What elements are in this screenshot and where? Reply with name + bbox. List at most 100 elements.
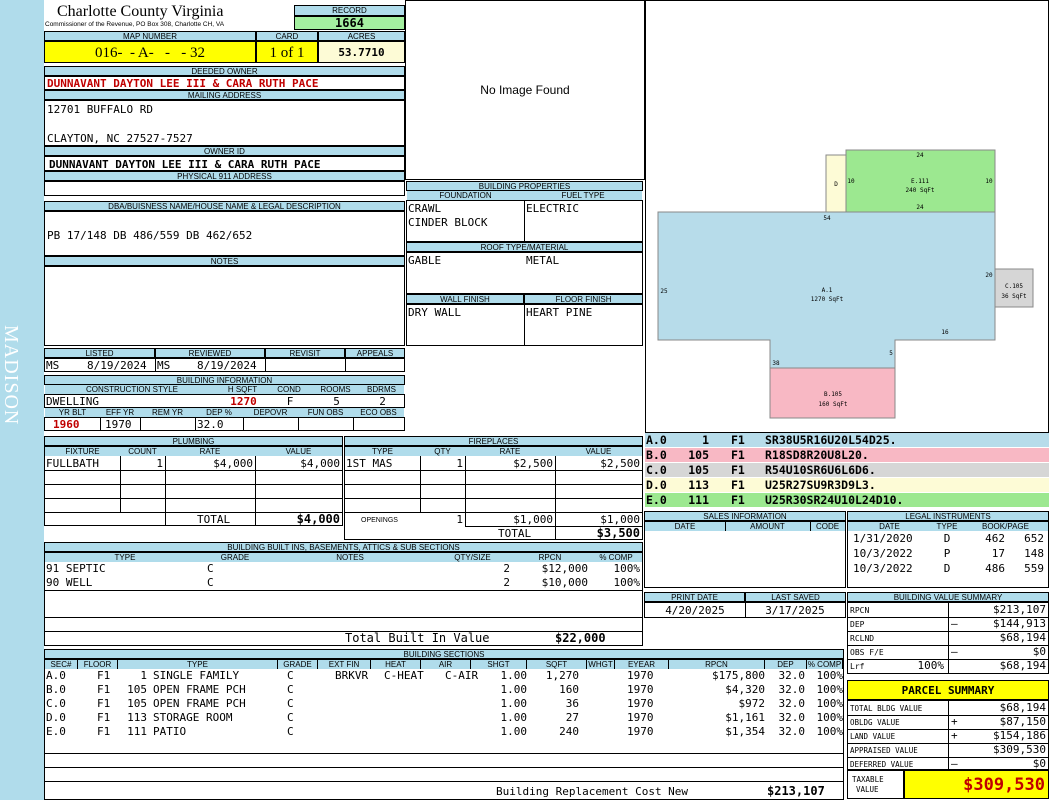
legend-floor: F1 <box>731 478 745 492</box>
record-value: 1664 <box>294 16 405 30</box>
legend-vector: U25R30SR24U10L24D10. <box>765 493 904 507</box>
sketch-dim: 24 <box>916 152 924 159</box>
builtin-rpcn: $10,000 <box>541 576 588 589</box>
builtin-qty: 2 <box>503 562 510 575</box>
legend-code: E.0 <box>646 493 667 507</box>
sketch-sqft-b: 160 SqFt <box>819 401 848 408</box>
legend-code: B.0 <box>646 448 667 462</box>
commissioner-address: Commissioner of the Revenue, PO Box 308,… <box>45 21 225 28</box>
section-type: PATIO <box>153 725 187 738</box>
physical-address <box>44 181 405 196</box>
section-header: AIR <box>421 660 471 669</box>
section-eyear: 1970 <box>627 711 654 724</box>
floor-sketch: E.111240 SqFt A.11270 SqFt C.10536 SqFt … <box>657 149 1034 419</box>
notes <box>44 266 405 346</box>
map-number: 016- - A- - - 32 <box>44 41 256 63</box>
sketch-sqft-a: 1270 SqFt <box>811 296 844 303</box>
sketch-dim: 16 <box>941 329 949 336</box>
builtin-type: 91 SEPTIC <box>46 562 106 575</box>
legend-row: E.0 111 F1 U25R30SR24U10L24D10. <box>645 493 1049 508</box>
sketch-dim: 54 <box>823 215 831 222</box>
legend-row: B.0 105 F1 R18SD8R20U8L20. <box>645 448 1049 463</box>
legend-vector: R18SD8R20U8L20. <box>765 448 869 462</box>
owner-id: DUNNAVANT DAYTON LEE III & CARA RUTH PAC… <box>44 156 405 171</box>
revisit-label: REVISIT <box>265 348 345 358</box>
builtins-table: TYPE GRADE NOTES QTY/SIZE RPCN % COMP 91… <box>44 552 643 646</box>
section-grade: C <box>287 725 294 738</box>
sketch-dim: 20 <box>985 272 993 279</box>
section-sqft: 240 <box>559 725 579 738</box>
section-shgt: 1.00 <box>500 669 528 682</box>
legend-vector: R54U10SR6U6L6D6. <box>765 463 876 477</box>
legal-date: 1/31/2020 <box>853 532 913 545</box>
sketch-dim: 24 <box>916 204 924 211</box>
building-info-row2: 1960 1970 32.0 <box>44 417 405 431</box>
sketch-sqft-e: 240 SqFt <box>906 187 935 194</box>
section-comp: 100% <box>816 683 844 696</box>
section-grade: C <box>287 711 294 724</box>
legal-type: D <box>943 562 951 575</box>
sketch-label-c: C.105 <box>1005 283 1023 290</box>
section-comp: 100% <box>816 669 844 682</box>
sketch-label-a: A.1 <box>822 287 833 294</box>
legal-date: 10/3/2022 <box>853 547 913 560</box>
legend-vector: U25R27SU9R3D9L3. <box>765 478 876 492</box>
section-grade: C <box>287 669 294 682</box>
section-dep: 32.0 <box>778 711 806 724</box>
value-summary: RPCN $213,107 DEP – $144,913 RCLND $68,1… <box>847 602 1049 674</box>
section-dep: 32.0 <box>778 669 806 682</box>
sketch-dim: 10 <box>985 178 993 185</box>
builtin-type: 90 WELL <box>46 576 93 589</box>
deeded-owner: DUNNAVANT DAYTON LEE III & CARA RUTH PAC… <box>44 76 405 90</box>
section-header: GRADE <box>278 660 318 669</box>
section-sec: E.0 <box>46 725 66 738</box>
legend-code: A.0 <box>646 433 667 447</box>
appeals-label: APPEALS <box>345 348 405 358</box>
legal-type: P <box>943 547 951 560</box>
legend-floor: F1 <box>731 463 745 477</box>
sales-table: DATE AMOUNT CODE <box>644 521 846 588</box>
section-header: % COMP <box>807 660 843 669</box>
builtin-comp: 100% <box>613 562 641 575</box>
legend-floor: F1 <box>731 493 745 507</box>
section-sqft: 36 <box>565 697 579 710</box>
building-info-row1: DWELLING 1270 F 5 2 <box>44 394 405 408</box>
sketch-dim: 5 <box>889 350 893 357</box>
sketch-dim: 10 <box>847 178 855 185</box>
record-label: RECORD <box>294 5 405 16</box>
building-info-label: BUILDING INFORMATION <box>44 375 405 385</box>
legal-book: 17 <box>991 547 1005 560</box>
section-sqft: 1,270 <box>545 669 579 682</box>
legal-book: 486 <box>985 562 1005 575</box>
section-header: DEP <box>765 660 807 669</box>
mailing-address-label: MAILING ADDRESS <box>44 90 405 100</box>
section-comp: 100% <box>816 697 844 710</box>
acres-label: ACRES <box>318 31 405 41</box>
legend-number: 113 <box>688 478 709 492</box>
legal-page: 559 <box>1024 562 1044 575</box>
print-date-label: PRINT DATE <box>644 592 745 602</box>
legal-type: D <box>943 532 951 545</box>
section-dep: 32.0 <box>778 725 806 738</box>
fireplaces-label: FIREPLACES <box>344 436 643 446</box>
parcel-summary: TOTAL BLDG VALUE $68,194 OBLDG VALUE + $… <box>847 700 1049 770</box>
card-number: 1 of 1 <box>256 41 318 63</box>
physical-address-label: PHYSICAL 911 ADDRESS <box>44 171 405 181</box>
section-shgt: 1.00 <box>500 725 528 738</box>
section-shgt: 1.00 <box>500 711 528 724</box>
reviewed-label: REVIEWED <box>155 348 265 358</box>
legend-code: D.0 <box>646 478 667 492</box>
legal-instruments-label: LEGAL INSTRUMENTS <box>847 511 1049 521</box>
sketch-dim: 25 <box>660 288 668 295</box>
builtins-label: BUILDING BUILT INS, BASEMENTS, ATTICS & … <box>44 542 643 552</box>
section-type: STORAGE ROOM <box>153 711 233 724</box>
legend-number: 111 <box>688 493 709 507</box>
builtin-rpcn: $12,000 <box>541 562 588 575</box>
section-sec: D.0 <box>46 711 66 724</box>
section-grade: C <box>287 697 294 710</box>
builtin-grade: C <box>207 562 214 575</box>
section-header: EXT FIN <box>318 660 371 669</box>
notes-label: NOTES <box>44 256 405 266</box>
legend-row: C.0 105 F1 R54U10SR6U6L6D6. <box>645 463 1049 478</box>
legend-row: A.0 1 F1 SR38U5R16U20L54D25. <box>645 433 1049 448</box>
